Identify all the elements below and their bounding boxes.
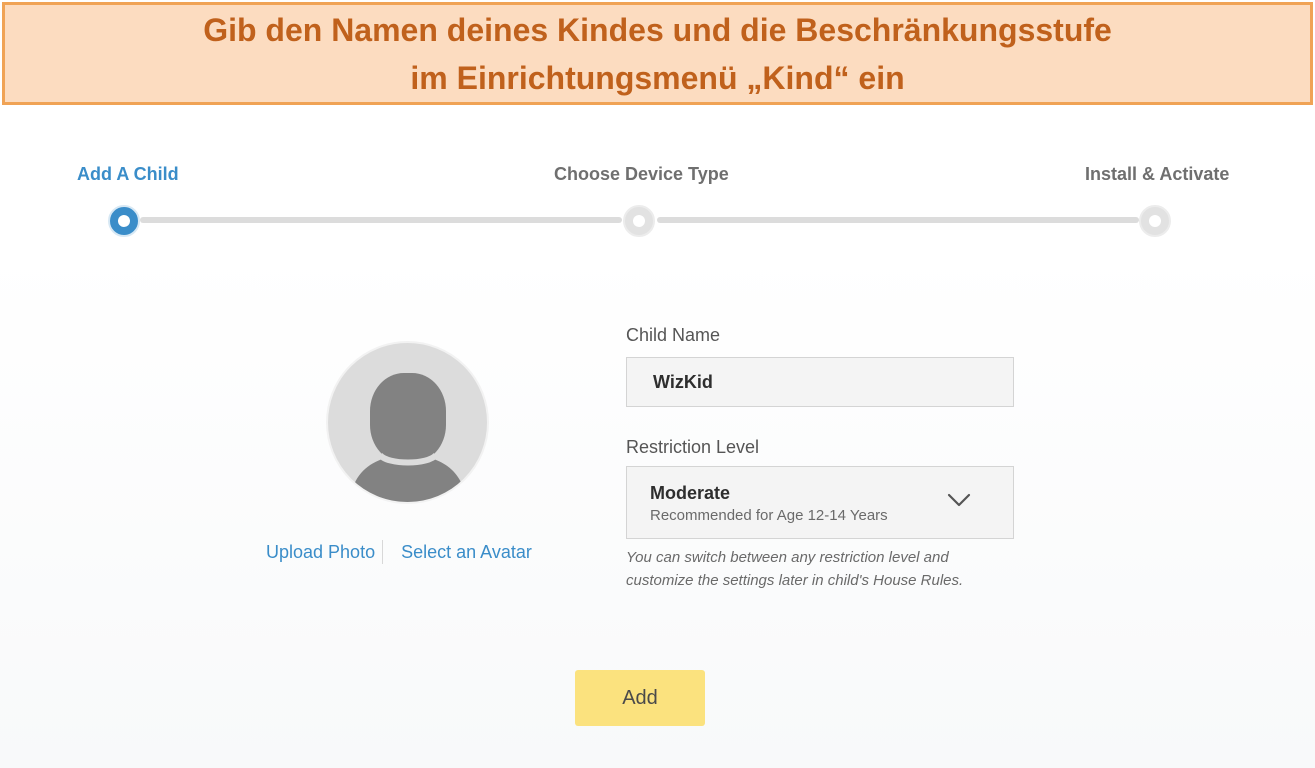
restriction-level-select[interactable]: Moderate Recommended for Age 12-14 Years (626, 466, 1014, 539)
child-name-label: Child Name (626, 325, 721, 345)
upload-photo-link[interactable]: Upload Photo (266, 542, 375, 563)
step-label-add-child: Add A Child (77, 164, 179, 184)
select-avatar-link[interactable]: Select an Avatar (401, 542, 532, 563)
step-indicator-add-child (108, 205, 140, 237)
step-label-choose-device: Choose Device Type (554, 164, 729, 184)
restriction-hint-line-1: You can switch between any restriction l… (626, 549, 949, 566)
link-divider (382, 540, 384, 564)
add-button[interactable]: Add (575, 670, 705, 726)
step-label-install-activate: Install & Activate (1085, 164, 1230, 184)
restriction-hint-line-2: customize the settings later in child's … (626, 572, 964, 589)
caption-line-1: Gib den Namen deines Kindes und die Besc… (203, 11, 1112, 48)
step-indicator-install-activate (1139, 205, 1171, 237)
restriction-hint: You can switch between any restriction l… (626, 546, 1026, 592)
restriction-selected-value: Moderate (650, 483, 731, 503)
chevron-down-icon (947, 493, 971, 507)
step-indicator-choose-device (623, 205, 655, 237)
stepper-track-1 (140, 217, 622, 223)
stepper-track-2 (657, 217, 1139, 223)
restriction-selected-subtitle: Recommended for Age 12-14 Years (650, 507, 888, 524)
photo-options: Upload Photo Select an Avatar (266, 540, 532, 564)
person-silhouette-icon (350, 373, 466, 502)
child-name-input[interactable] (626, 357, 1014, 407)
restriction-level-label: Restriction Level (626, 437, 760, 457)
avatar-placeholder[interactable] (326, 341, 489, 504)
caption-line-2: im Einrichtungsmenü „Kind“ ein (410, 59, 905, 96)
caption-banner: Gib den Namen deines Kindes und die Besc… (2, 2, 1313, 105)
